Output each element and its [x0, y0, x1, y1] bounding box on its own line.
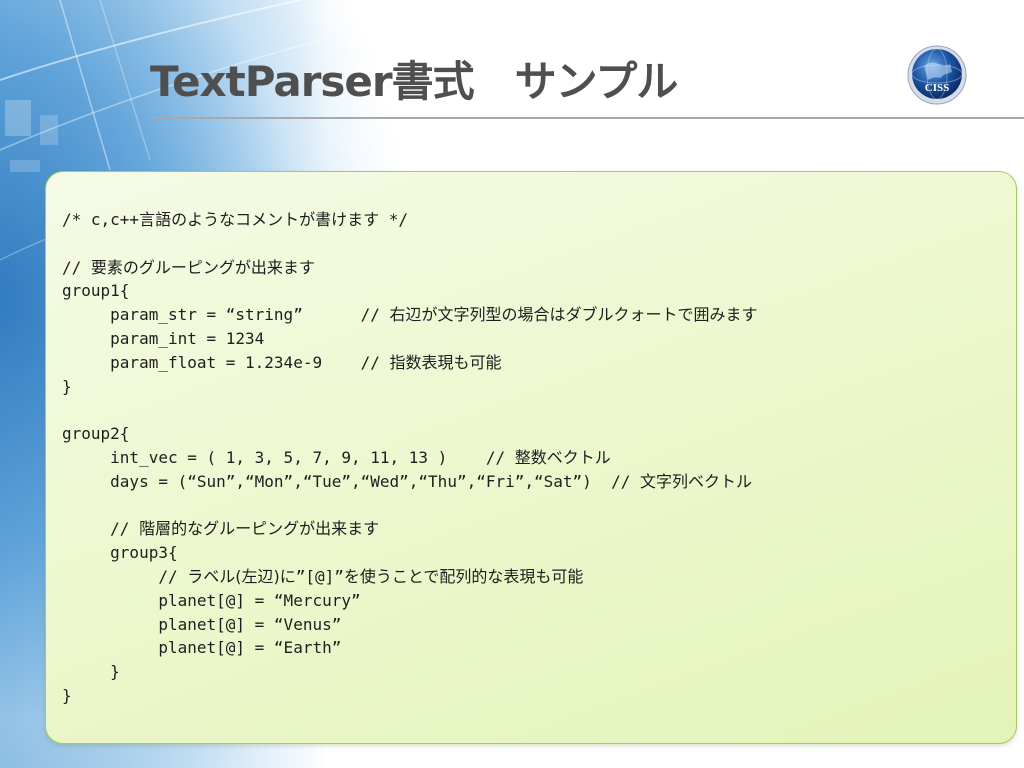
- code-text: group2{: [62, 424, 130, 444]
- code-text: group1{: [62, 281, 130, 301]
- code-text: }: [62, 662, 120, 682]
- code-text: /* c,c++: [62, 210, 140, 229]
- code-line: // 階層的なグルーピングが出来ます: [62, 517, 758, 541]
- code-comment-text: 要素のグルーピングが出来ます: [90, 257, 315, 277]
- code-line: /* c,c++言語のようなコメントが書けます */: [62, 208, 758, 232]
- code-line: group3{: [62, 541, 758, 565]
- code-comment-text: を使うことで配列的な表現も可能: [343, 566, 584, 586]
- code-text: int_vec = ( 1, 3, 5, 7, 9, 11, 13 ) //: [62, 447, 515, 467]
- code-line: }: [62, 660, 758, 684]
- code-text: ”[@]”: [295, 566, 344, 586]
- code-line: // ラベル(左辺)に”[@]”を使うことで配列的な表現も可能: [62, 565, 758, 589]
- ciss-logo-text: CISS: [925, 82, 949, 94]
- code-comment-text: 整数ベクトル: [514, 447, 611, 467]
- code-text: param_float = 1.234e-9 //: [62, 352, 390, 372]
- code-line: param_int = 1234: [62, 327, 758, 351]
- code-line: }: [62, 375, 758, 399]
- slide-title: TextParser書式 サンプル: [150, 57, 678, 106]
- code-line: }: [62, 684, 758, 708]
- code-line: param_float = 1.234e-9 // 指数表現も可能: [62, 351, 758, 375]
- code-text: }: [62, 685, 72, 705]
- code-text: //: [62, 257, 91, 277]
- code-comment-text: 階層的なグルーピングが出来ます: [139, 519, 380, 539]
- code-line: param_str = “string” // 右辺が文字列型の場合はダブルクォ…: [62, 303, 758, 327]
- code-text: planet[@] = “Venus”: [62, 614, 342, 634]
- code-line: group1{: [62, 279, 758, 303]
- code-line: days = (“Sun”,“Mon”,“Tue”,“Wed”,“Thu”,“F…: [62, 470, 758, 494]
- code-line: planet[@] = “Mercury”: [62, 589, 758, 613]
- code-text: planet[@] = “Mercury”: [62, 590, 361, 610]
- code-text: param_int = 1234: [62, 328, 265, 348]
- code-text: group3{: [62, 543, 178, 563]
- ciss-logo: CISS: [907, 45, 967, 105]
- code-comment-text: 言語のようなコメントが書けます: [139, 210, 380, 229]
- title-divider: [150, 117, 1024, 119]
- code-text: //: [62, 519, 140, 539]
- code-sample: /* c,c++言語のようなコメントが書けます */ // 要素のグルーピングが…: [62, 208, 758, 708]
- code-text: */: [379, 210, 408, 229]
- code-text: planet[@] = “Earth”: [62, 638, 342, 658]
- code-line: group2{: [62, 422, 758, 446]
- code-line: planet[@] = “Earth”: [62, 636, 758, 660]
- code-comment-text: ラベル(左辺)に: [187, 566, 296, 586]
- code-comment-text: 指数表現も可能: [389, 352, 502, 372]
- code-line: int_vec = ( 1, 3, 5, 7, 9, 11, 13 ) // 整…: [62, 446, 758, 470]
- code-comment-text: 右辺が文字列型の場合はダブルクォートで囲みます: [389, 305, 758, 325]
- code-line: planet[@] = “Venus”: [62, 613, 758, 637]
- code-text: param_str = “string” //: [62, 305, 390, 325]
- code-line: // 要素のグルーピングが出来ます: [62, 256, 758, 280]
- code-text: }: [62, 376, 72, 396]
- code-comment-text: 文字列ベクトル: [639, 471, 752, 491]
- code-text: //: [62, 566, 188, 586]
- code-text: days = (“Sun”,“Mon”,“Tue”,“Wed”,“Thu”,“F…: [62, 471, 640, 491]
